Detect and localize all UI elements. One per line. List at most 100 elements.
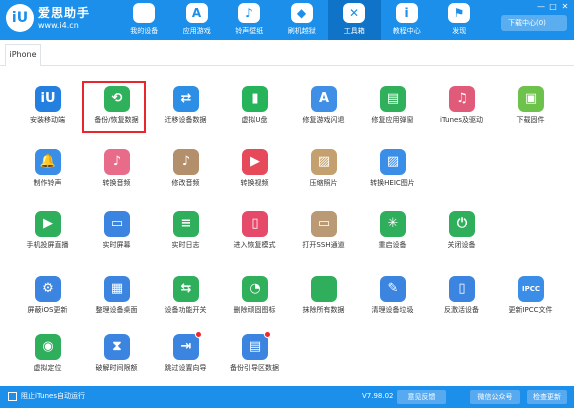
tool-tile[interactable]: ⟲ 备份/恢复数据 [82, 86, 151, 136]
tool-tile[interactable]: ▨ 压缩照片 [289, 149, 358, 199]
wechat-button[interactable]: 微信公众号 [470, 390, 520, 404]
version-label: V7.98.02 [362, 392, 394, 400]
clean-junk-icon: ✎ [380, 276, 406, 302]
tool-label: 下载固件 [516, 116, 545, 124]
live-screen-icon: ▭ [104, 211, 130, 237]
tool-tile[interactable]: ▭ 实时屏幕 [82, 211, 151, 261]
nav-label: 我的设备 [130, 27, 159, 35]
app-store-icon: A [185, 3, 208, 23]
status-bar: 阻止iTunes自动运行 V7.98.02 意见反馈 微信公众号 检查更新 [0, 386, 574, 408]
new-badge-dot [195, 331, 202, 338]
tool-tile[interactable]: ◉ 虚拟定位 [13, 334, 82, 384]
tool-tile[interactable]: ▦ 整理设备桌面 [82, 276, 151, 326]
tool-tile[interactable]: iU 安装移动端 [13, 86, 82, 136]
check-update-button[interactable]: 检查更新 [527, 390, 567, 404]
tool-tile[interactable]: ♫ iTunes及驱动 [427, 86, 496, 136]
nav-item-6[interactable]: ⚑ 发现 [433, 0, 486, 40]
make-ringtone-icon: 🔔 [35, 149, 61, 175]
install-mobile-icon: iU [35, 86, 61, 112]
feature-toggle-icon: ⇆ [173, 276, 199, 302]
tool-tile[interactable]: ♪ 转换音频 [82, 149, 151, 199]
download-firmware-icon: ▣ [518, 86, 544, 112]
tool-tile[interactable]: A 修复游戏闪退 [289, 86, 358, 136]
tab-iphone[interactable]: iPhone [5, 44, 41, 66]
tool-tile[interactable]: ◔ 删除顽固图标 [220, 276, 289, 326]
compress-photo-icon: ▨ [311, 149, 337, 175]
maximize-icon[interactable]: □ [548, 2, 558, 11]
window-controls: — □ ✕ [534, 2, 570, 11]
shutdown-device-icon: ⏻ [449, 211, 475, 237]
organize-desktop-icon: ▦ [104, 276, 130, 302]
info-icon: i [395, 3, 418, 23]
tools-icon: ✕ [343, 3, 365, 23]
app-url: www.i4.cn [38, 21, 79, 30]
delete-icon-icon: ◔ [242, 276, 268, 302]
update-ipcc-icon: IPCC [518, 276, 544, 302]
tool-tile[interactable]: IPCC 更新IPCC文件 [496, 276, 565, 326]
nav-item-0[interactable]: 我的设备 [118, 0, 171, 40]
feedback-button[interactable]: 意见反馈 [397, 390, 446, 404]
tool-tile[interactable]: ⇥ 跳过设置向导 [151, 331, 220, 384]
flag-icon: ⚑ [448, 3, 470, 23]
ssh-tunnel-icon: ▭ [311, 211, 337, 237]
tool-tile[interactable]: 🔔 制作铃声 [13, 149, 82, 199]
virtual-usb-icon: ▮ [242, 86, 268, 112]
tool-tile[interactable]: ▯ 反激活设备 [427, 276, 496, 326]
convert-audio-icon: ♪ [104, 149, 130, 175]
convert-video-icon: ▶ [242, 149, 268, 175]
tool-tile[interactable]: ✎ 清理设备垃圾 [358, 276, 427, 326]
device-tab-strip: iPhone [0, 40, 574, 66]
tool-tile[interactable]: ⧗ 破解时间限额 [82, 334, 151, 384]
nav-item-1[interactable]: A 应用游戏 [171, 0, 224, 40]
migrate-data-icon: ⇄ [173, 86, 199, 112]
tool-label: 备份引导区数据 [230, 364, 279, 372]
time-limit-icon: ⧗ [104, 334, 130, 360]
box-icon: ◆ [290, 3, 313, 23]
itunes-driver-icon: ♫ [449, 86, 475, 112]
tool-tile[interactable]: ▨ 转换HEIC图片 [358, 149, 427, 199]
tool-tile[interactable]: ▶ 手机投屏直播 [13, 211, 82, 261]
tool-label: 关闭设备 [447, 241, 476, 249]
block-ios-update-icon: ⚙ [35, 276, 61, 302]
logo-mark-icon: iU [6, 4, 34, 32]
nav-item-5[interactable]: i 教程中心 [381, 0, 434, 40]
itunes-autorun-label: 阻止iTunes自动运行 [21, 392, 85, 400]
tool-tile[interactable]: ⏻ 关闭设备 [427, 211, 496, 261]
minimize-icon[interactable]: — [536, 2, 546, 11]
nav-item-2[interactable]: ♪ 铃声壁纸 [223, 0, 276, 40]
nav-label: 工具箱 [343, 27, 365, 35]
nav-item-4[interactable]: ✕ 工具箱 [328, 0, 381, 40]
music-icon: ♪ [238, 3, 260, 23]
erase-data-icon [311, 276, 337, 302]
nav-label: 刷机越狱 [287, 27, 316, 35]
tool-tile[interactable]: ▤ 备份引导区数据 [220, 331, 289, 384]
tool-label: 转换HEIC图片 [370, 179, 415, 187]
download-center-button[interactable]: 下载中心(0) [501, 15, 567, 31]
fix-app-popup-icon: ▤ [380, 86, 406, 112]
recovery-mode-icon: ▯ [242, 211, 268, 237]
main-nav: 我的设备 A 应用游戏 ♪ 铃声壁纸 ◆ 刷机越狱 ✕ 工具箱 i 教程中心 ⚑ 发现 [118, 0, 486, 40]
tool-tile[interactable]: ▤ 修复应用弹窗 [358, 86, 427, 136]
tool-tile[interactable]: ≡ 实时日志 [151, 211, 220, 261]
tool-tile[interactable]: ▶ 转换视频 [220, 149, 289, 199]
tool-tile[interactable]: ✳ 重启设备 [358, 211, 427, 261]
backup-boot-icon: ▤ [242, 334, 268, 360]
tool-tile[interactable]: ▭ 打开SSH通道 [289, 211, 358, 261]
tool-tile[interactable]: ▯ 进入恢复模式 [220, 211, 289, 261]
restart-device-icon: ✳ [380, 211, 406, 237]
backup-restore-icon: ⟲ [104, 86, 130, 112]
nav-label: 应用游戏 [182, 27, 211, 35]
tool-tile[interactable]: 抹除所有数据 [289, 276, 358, 326]
tool-tile[interactable]: ▣ 下载固件 [496, 86, 565, 136]
new-badge-dot [264, 331, 271, 338]
close-icon[interactable]: ✕ [560, 2, 570, 11]
tool-tile[interactable]: ⚙ 屏蔽iOS更新 [13, 276, 82, 326]
edit-audio-icon: ♪ [173, 149, 199, 175]
nav-item-3[interactable]: ◆ 刷机越狱 [276, 0, 329, 40]
itunes-autorun-checkbox[interactable] [8, 392, 17, 401]
tool-tile[interactable]: ♪ 修改音频 [151, 149, 220, 199]
tool-tile[interactable]: ⇆ 设备功能开关 [151, 276, 220, 326]
tool-tile[interactable]: ▮ 虚拟U盘 [220, 86, 289, 136]
live-log-icon: ≡ [173, 211, 199, 237]
tool-tile[interactable]: ⇄ 迁移设备数据 [151, 86, 220, 136]
